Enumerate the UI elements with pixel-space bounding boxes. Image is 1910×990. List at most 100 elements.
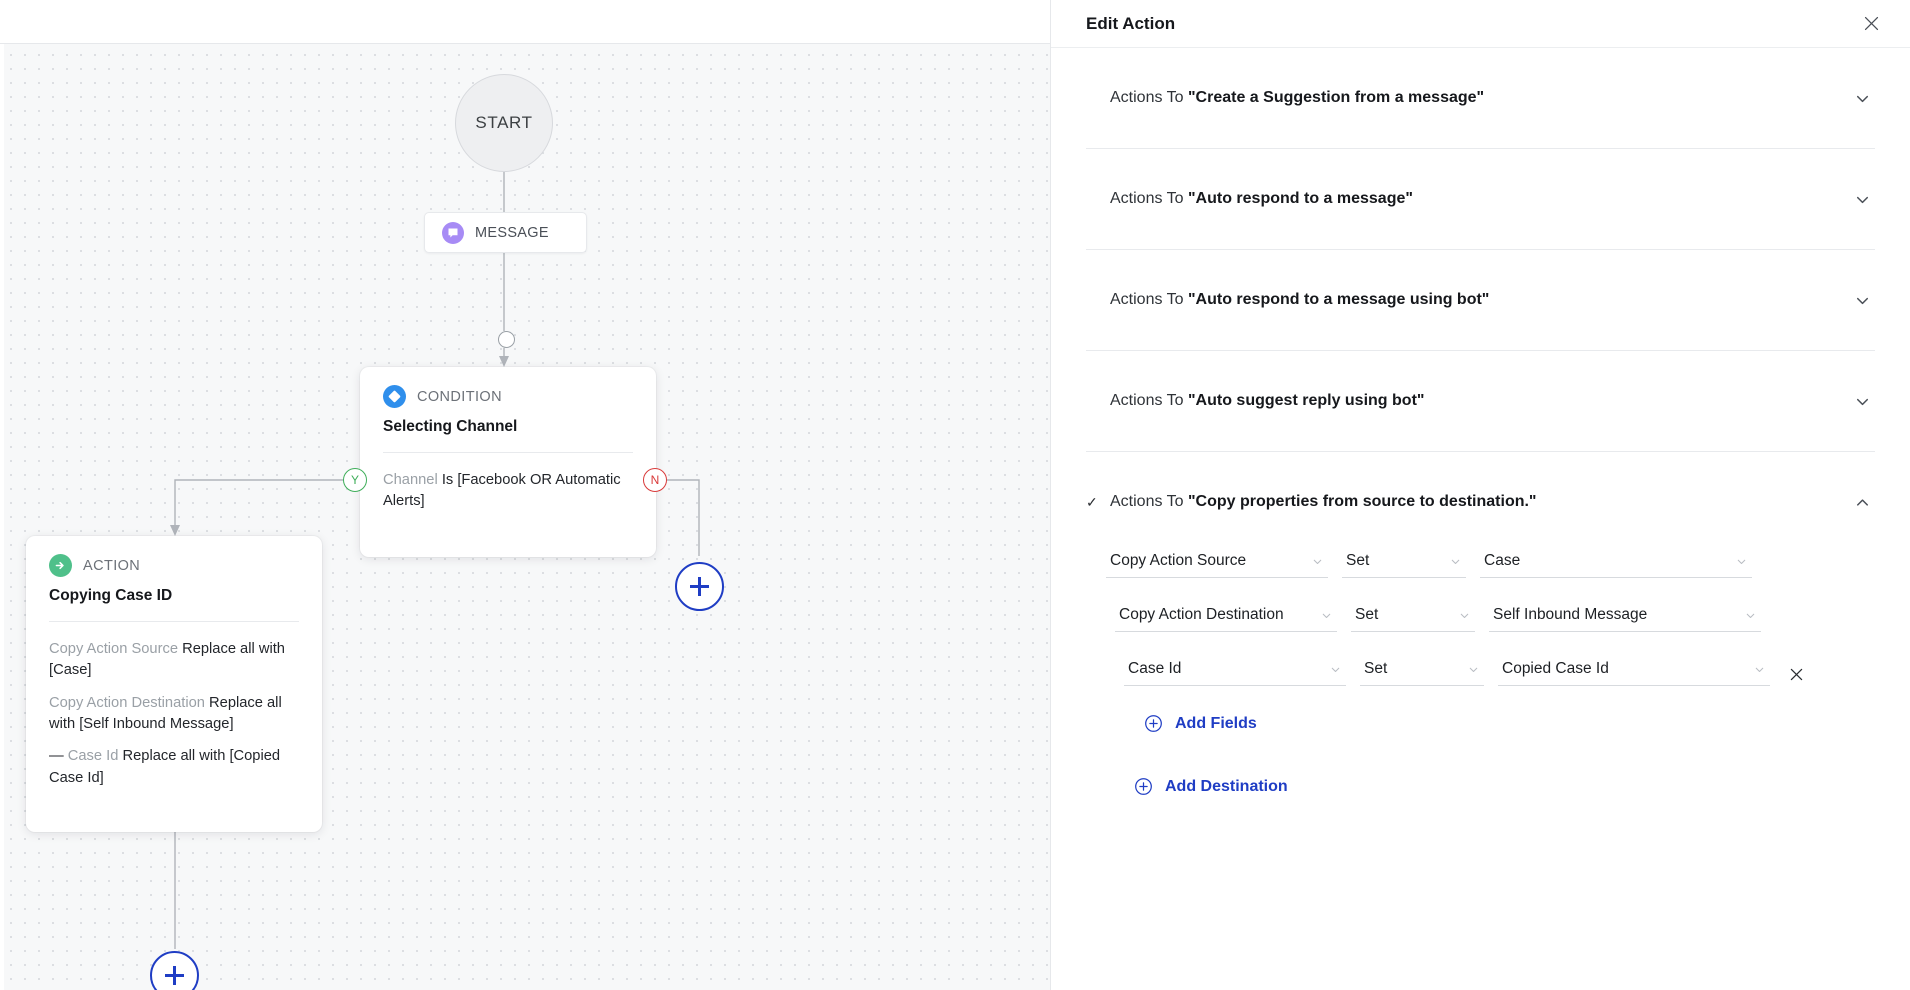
condition-card-kind: CONDITION [417, 388, 502, 405]
condition-card-body: Channel Is [Facebook OR Automatic Alerts… [383, 470, 633, 513]
field-select-case-id-value: Case Id [1128, 660, 1182, 677]
chevron-down-icon [1458, 609, 1471, 622]
action-card-row: Copy Action Source Replace all with [Cas… [49, 639, 299, 682]
accordion-action-name: "Auto respond to a message" [1187, 190, 1413, 207]
condition-card-header: CONDITION [383, 385, 633, 408]
chevron-down-icon [1467, 663, 1480, 676]
accordion-label: Actions To "Auto suggest reply using bot… [1110, 392, 1425, 409]
start-node[interactable]: START [455, 74, 553, 172]
field-row: Copy Action Source Set Case [1106, 552, 1875, 578]
add-node-button-no-branch[interactable] [675, 562, 724, 611]
canvas-toolbar [0, 0, 1050, 44]
add-destination-label: Add Destination [1165, 777, 1288, 795]
branch-badge-yes[interactable]: Y [343, 468, 367, 492]
chevron-up-icon[interactable] [1849, 493, 1875, 512]
page-title: Edit Action [1086, 13, 1176, 33]
panel-header: Edit Action [1051, 0, 1910, 48]
value-select-destination[interactable]: Self Inbound Message [1489, 606, 1761, 632]
copy-properties-form: Copy Action Source Set Case Copy Action … [1086, 552, 1875, 812]
trigger-node-label: MESSAGE [475, 224, 549, 241]
operator-select-case-id[interactable]: Set [1360, 660, 1484, 686]
accordion-action-name: "Auto respond to a message using bot" [1187, 291, 1490, 308]
branch-badge-no[interactable]: N [643, 468, 667, 492]
action-row-prefix: — [49, 748, 68, 765]
action-card-row: — Case Id Replace all with [Copied Case … [49, 746, 299, 789]
app-root: START MESSAGE CONDITION Selecting Channe [0, 0, 1910, 990]
action-node-card[interactable]: ACTION Copying Case ID Copy Action Sourc… [26, 536, 322, 832]
accordion-item-copy-properties[interactable]: ✓ Actions To "Copy properties from sourc… [1086, 452, 1875, 812]
action-card-divider [49, 621, 299, 622]
field-select-destination-value: Copy Action Destination [1119, 606, 1284, 623]
condition-card-divider [383, 452, 633, 453]
accordion-action-name: "Copy properties from source to destinat… [1187, 493, 1537, 510]
accordion-label: Actions To "Auto respond to a message us… [1110, 291, 1490, 308]
action-row-key: Case Id [67, 748, 119, 765]
operator-select-destination-value: Set [1355, 606, 1379, 623]
value-select-case-id-value: Copied Case Id [1502, 660, 1609, 677]
action-row-key: Copy Action Destination [49, 694, 205, 711]
value-select-source-value: Case [1484, 552, 1521, 569]
accordion-label: Actions To "Auto respond to a message" [1110, 190, 1413, 207]
field-select-source[interactable]: Copy Action Source [1106, 552, 1328, 578]
value-select-case-id[interactable]: Copied Case Id [1498, 660, 1770, 686]
arrow-right-icon [49, 554, 72, 577]
chevron-down-icon [1735, 555, 1748, 568]
add-fields-label: Add Fields [1175, 714, 1257, 732]
action-card-row: Copy Action Destination Replace all with… [49, 693, 299, 736]
remove-field-row-button[interactable] [1788, 666, 1805, 686]
branch-badge-yes-label: Y [350, 473, 359, 487]
accordion-label: Actions To "Copy properties from source … [1110, 493, 1537, 510]
accordion-item-auto-respond[interactable]: Actions To "Auto respond to a message" [1086, 149, 1875, 250]
action-card-kind: ACTION [83, 557, 141, 574]
accordion-label: Actions To "Create a Suggestion from a m… [1110, 89, 1485, 106]
flow-canvas[interactable]: START MESSAGE CONDITION Selecting Channe [0, 44, 1050, 990]
diamond-icon [383, 385, 406, 408]
plus-circle-icon [1134, 777, 1153, 796]
chevron-down-icon [1311, 555, 1324, 568]
field-select-destination[interactable]: Copy Action Destination [1115, 606, 1337, 632]
operator-select-case-id-value: Set [1364, 660, 1388, 677]
flow-canvas-region: START MESSAGE CONDITION Selecting Channe [0, 0, 1050, 990]
accordion-item-auto-respond-bot[interactable]: Actions To "Auto respond to a message us… [1086, 250, 1875, 351]
chevron-down-icon[interactable] [1849, 190, 1875, 209]
accordion-check-icon: ✓ [1086, 494, 1098, 510]
edge-junction-dot[interactable] [498, 331, 515, 348]
accordion-header[interactable]: Actions To "Auto respond to a message" [1086, 149, 1875, 249]
value-select-destination-value: Self Inbound Message [1493, 606, 1648, 623]
value-select-source[interactable]: Case [1480, 552, 1752, 578]
field-select-source-value: Copy Action Source [1110, 552, 1247, 569]
trigger-node-message[interactable]: MESSAGE [424, 212, 587, 253]
field-row: Case Id Set Copied Case Id [1106, 660, 1875, 686]
close-icon[interactable] [1858, 11, 1884, 37]
accordion-header[interactable]: Actions To "Auto suggest reply using bot… [1086, 351, 1875, 451]
field-select-case-id[interactable]: Case Id [1124, 660, 1346, 686]
accordion-action-name: "Auto suggest reply using bot" [1187, 392, 1425, 409]
operator-select-source[interactable]: Set [1342, 552, 1466, 578]
edit-action-panel: Edit Action Actions To "Create a Suggest… [1050, 0, 1910, 990]
accordion-item-auto-suggest-bot[interactable]: Actions To "Auto suggest reply using bot… [1086, 351, 1875, 452]
chevron-down-icon [1753, 663, 1766, 676]
action-card-header: ACTION [49, 554, 299, 577]
branch-badge-no-label: N [650, 473, 660, 487]
chevron-down-icon [1329, 663, 1342, 676]
accordion-action-name: "Create a Suggestion from a message" [1187, 89, 1485, 106]
start-node-label: START [475, 113, 533, 132]
operator-select-destination[interactable]: Set [1351, 606, 1475, 632]
panel-body[interactable]: Actions To "Create a Suggestion from a m… [1051, 48, 1910, 990]
field-row: Copy Action Destination Set Self Inbound… [1106, 606, 1875, 632]
accordion-header[interactable]: Actions To "Create a Suggestion from a m… [1086, 48, 1875, 148]
plus-circle-icon [1144, 714, 1163, 733]
condition-node-card[interactable]: CONDITION Selecting Channel Channel Is [… [360, 367, 656, 557]
condition-rule-key: Channel [383, 472, 438, 488]
chevron-down-icon[interactable] [1849, 89, 1875, 108]
accordion-header[interactable]: ✓ Actions To "Copy properties from sourc… [1086, 452, 1875, 552]
add-destination-button[interactable]: Add Destination [1106, 777, 1875, 796]
chevron-down-icon [1320, 609, 1333, 622]
accordion-header[interactable]: Actions To "Auto respond to a message us… [1086, 250, 1875, 350]
accordion-item-create-suggestion[interactable]: Actions To "Create a Suggestion from a m… [1086, 48, 1875, 149]
chevron-down-icon[interactable] [1849, 392, 1875, 411]
add-fields-button[interactable]: Add Fields [1106, 714, 1875, 733]
action-row-key: Copy Action Source [49, 641, 178, 657]
condition-card-title: Selecting Channel [383, 418, 518, 435]
chevron-down-icon[interactable] [1849, 291, 1875, 310]
